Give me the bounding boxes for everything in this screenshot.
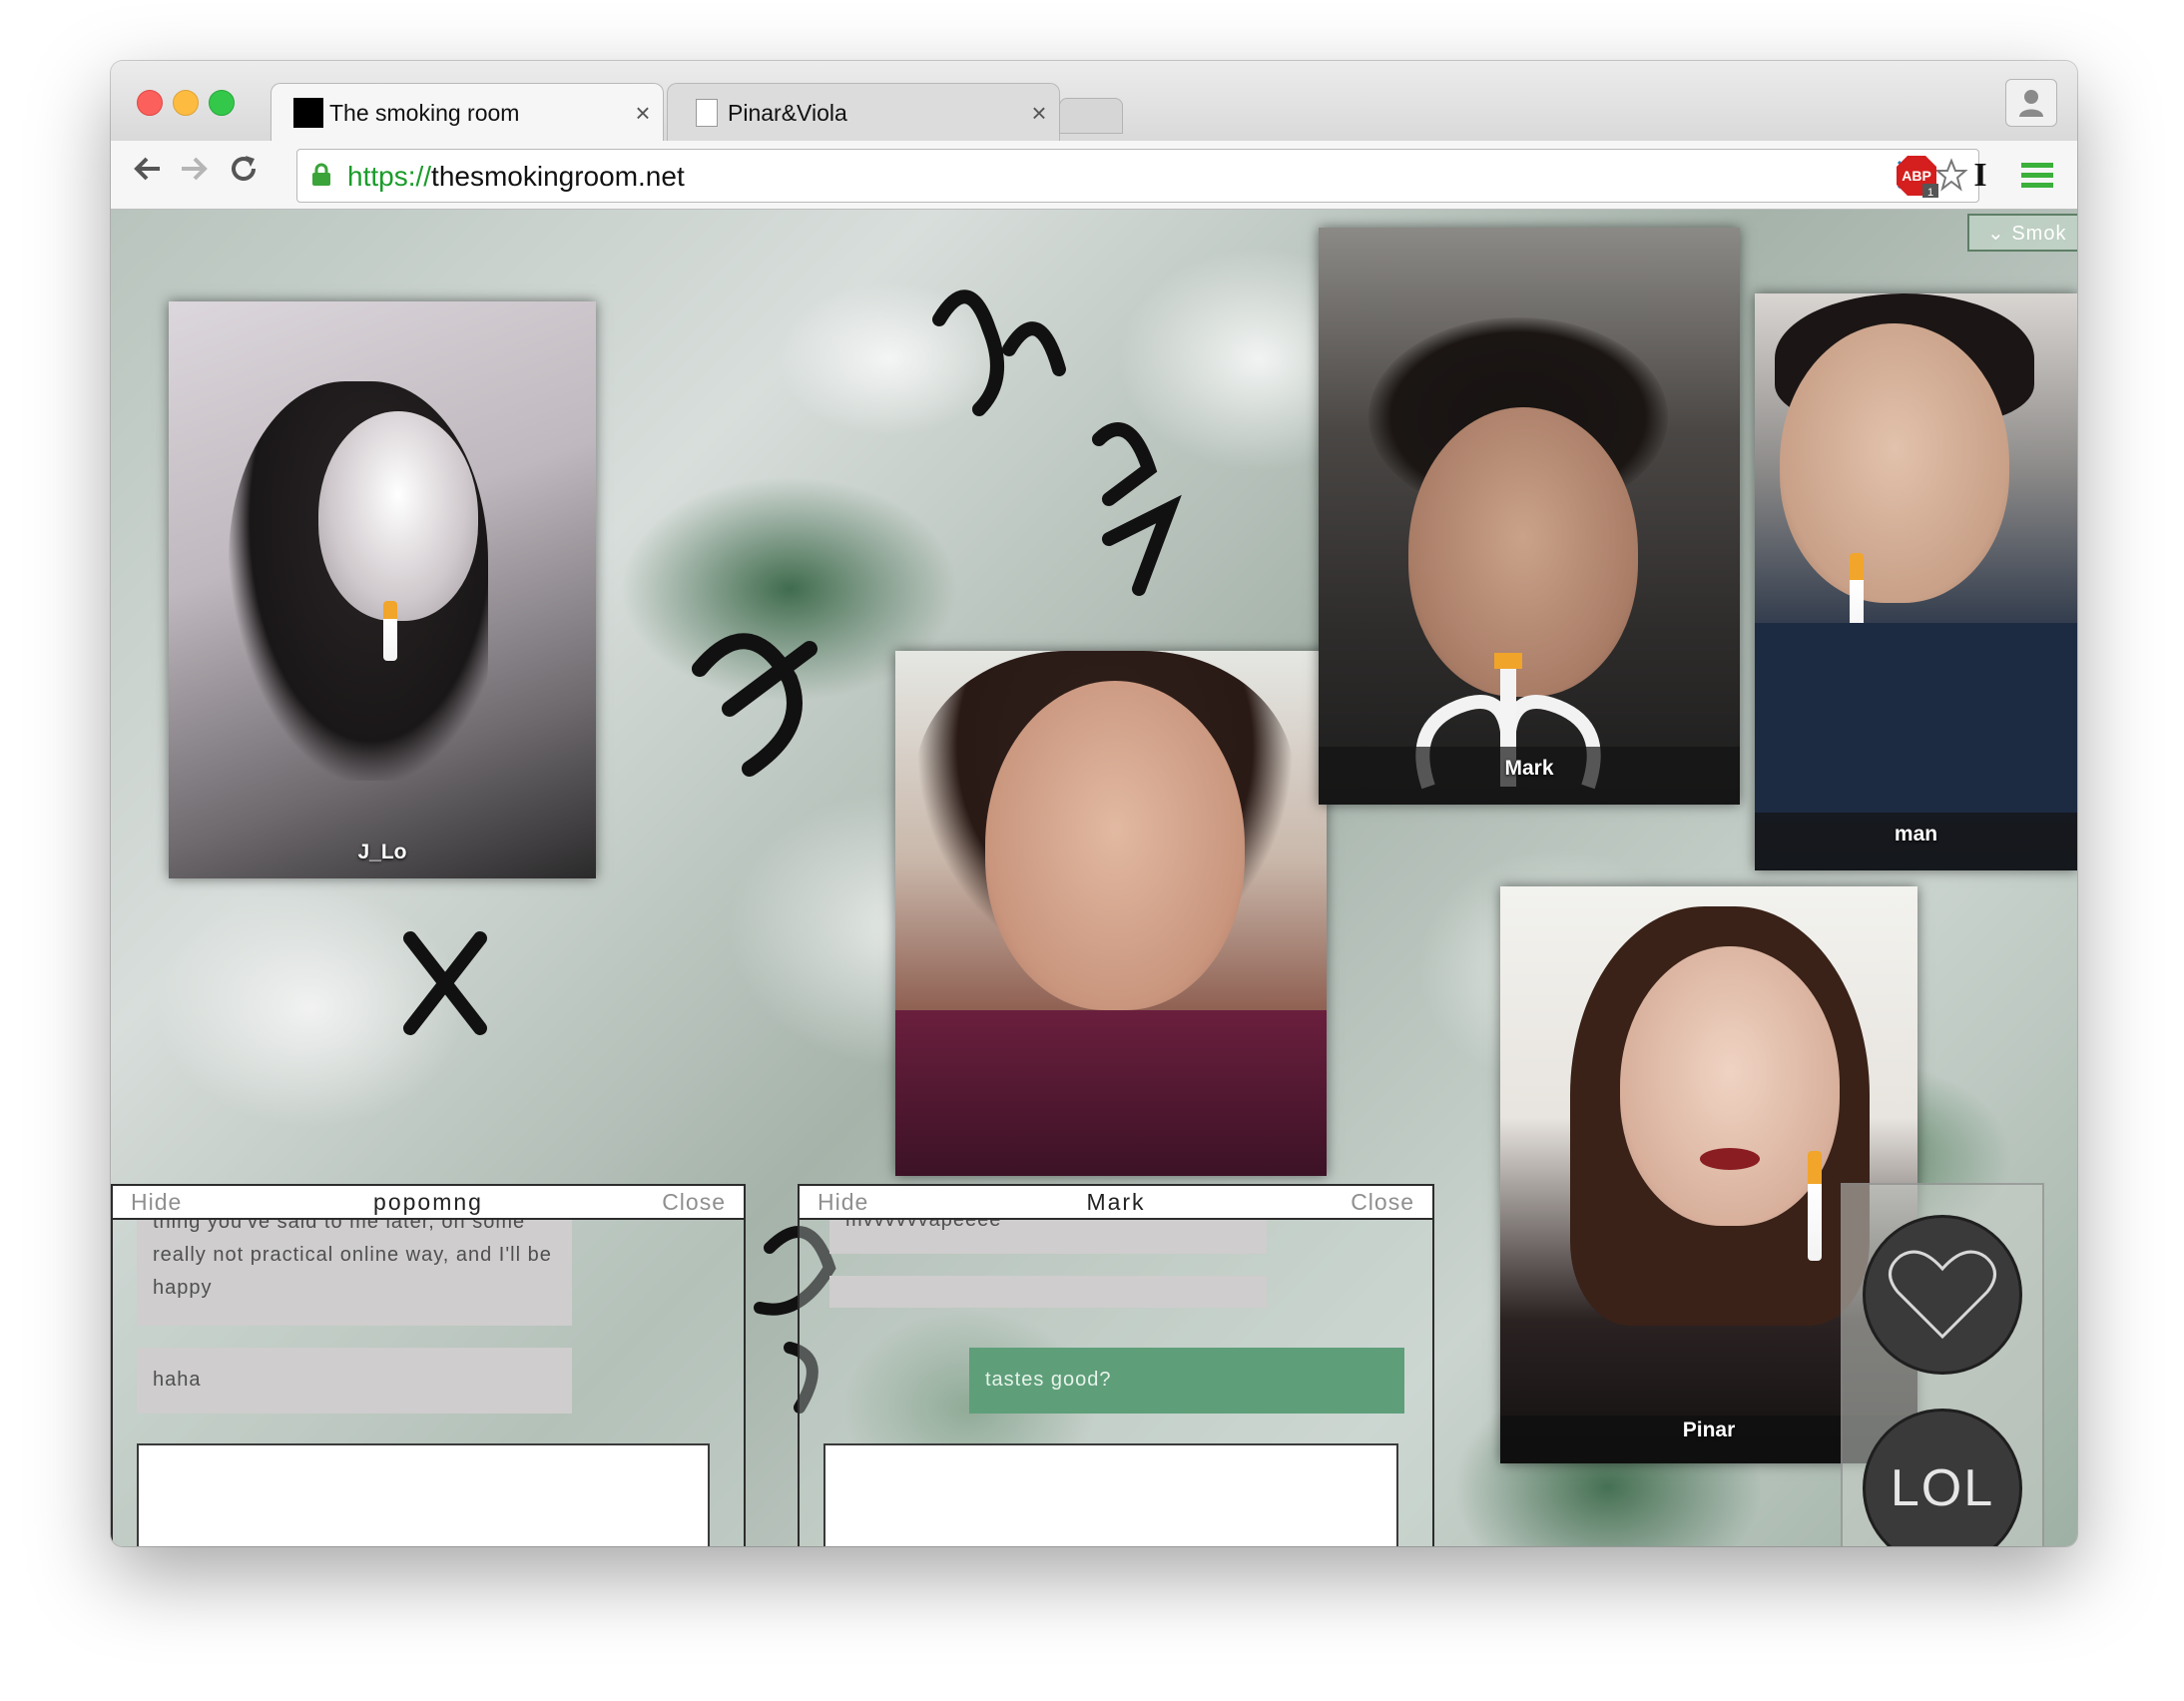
face-shape <box>985 681 1245 1010</box>
hamburger-icon <box>2021 163 2053 188</box>
forward-button[interactable] <box>171 151 217 197</box>
chat-panel-popomng: Hide popomng Close thing you've said to … <box>111 1184 746 1546</box>
chat-panel-mark: Hide Mark Close mvvvvvvapeeee tastes goo… <box>798 1184 1434 1546</box>
chat-input[interactable] <box>823 1443 1398 1546</box>
chat-input[interactable] <box>137 1443 710 1546</box>
chat-message: mvvvvvvapeeee <box>829 1220 1267 1254</box>
page-favicon-icon <box>696 99 718 127</box>
tab-title: The smoking room <box>329 99 520 126</box>
tab-pinar-viola[interactable]: Pinar&Viola × <box>667 83 1060 142</box>
instapaper-icon[interactable]: I <box>1958 154 2002 198</box>
site-favicon-icon <box>293 98 323 128</box>
tab-close-icon[interactable]: × <box>1019 98 1059 129</box>
participant-name: J_Lo <box>357 841 407 863</box>
chat-title: Mark <box>1086 1189 1146 1215</box>
face-shape <box>1780 323 2009 603</box>
close-window-button[interactable] <box>137 90 163 116</box>
url-scheme: https:// <box>347 161 432 192</box>
heart-button[interactable] <box>1863 1215 2022 1375</box>
message-text: thing you've said to me later, on some r… <box>153 1220 552 1299</box>
virtual-cigarette-icon <box>383 601 397 661</box>
adblock-badge: ABP 1 <box>1897 156 1938 198</box>
address-bar[interactable]: https://thesmokingroom.net <box>296 149 1979 203</box>
new-tab-button[interactable] <box>1059 98 1123 134</box>
chat-message-own: tastes good? <box>969 1348 1404 1414</box>
menu-icon[interactable] <box>2015 154 2059 198</box>
chat-title: popomng <box>373 1189 483 1215</box>
video-tile-jlo[interactable]: J_Lo <box>169 301 596 878</box>
participant-name: man <box>1894 823 1938 846</box>
face-shape <box>318 411 478 621</box>
browser-window: The smoking room × Pinar&Viola × https:/… <box>111 61 2077 1546</box>
tab-close-icon[interactable]: × <box>623 98 663 129</box>
lock-icon <box>312 163 330 186</box>
user-icon <box>2019 90 2043 117</box>
chat-close-button[interactable]: Close <box>1351 1189 1414 1216</box>
arrow-right-icon <box>182 157 208 181</box>
smoke-menu-toggle[interactable]: ⌄ Smok <box>1967 214 2077 252</box>
title-bar: The smoking room × Pinar&Viola × <box>111 61 2077 142</box>
face-shape <box>1620 946 1840 1226</box>
lol-button[interactable]: LOL <box>1863 1409 2022 1546</box>
reload-icon <box>232 156 256 181</box>
tab-the-smoking-room[interactable]: The smoking room × <box>271 83 664 142</box>
chat-message <box>829 1276 1267 1308</box>
chat-header: Hide popomng Close <box>113 1186 744 1220</box>
adblock-plus-icon[interactable]: ABP 1 <box>1895 154 1938 198</box>
video-tile-mark[interactable]: Mark <box>1319 228 1740 805</box>
video-tile-man[interactable]: man <box>1755 293 2077 870</box>
profile-button[interactable] <box>2005 79 2057 127</box>
browser-toolbar: https://thesmokingroom.net ABP 1 I <box>111 141 2077 210</box>
message-text: mvvvvvvapeeee <box>845 1220 1002 1231</box>
svg-text:1: 1 <box>1927 187 1933 198</box>
chat-message: haha <box>137 1348 572 1414</box>
smoking-room-page: ⌄ Smok J_Lo Mark man Pinar Hide popomng … <box>111 210 2077 1546</box>
participant-name: Mark <box>1504 757 1554 780</box>
video-tile-center[interactable] <box>895 651 1327 1176</box>
back-button[interactable] <box>125 151 171 197</box>
lol-label: LOL <box>1890 1459 1995 1517</box>
tab-title: Pinar&Viola <box>728 99 847 126</box>
virtual-cigarette-icon <box>1808 1151 1822 1261</box>
minimize-window-button[interactable] <box>173 90 199 116</box>
url-host: thesmokingroom.net <box>431 161 685 192</box>
sweater-shape <box>1755 623 2077 823</box>
chat-close-button[interactable]: Close <box>662 1189 726 1216</box>
lips-shape <box>1700 1148 1760 1170</box>
reload-button[interactable] <box>221 151 267 197</box>
reaction-panel: LOL <box>1841 1183 2044 1546</box>
zoom-window-button[interactable] <box>209 90 235 116</box>
scarf-shape <box>895 1010 1327 1176</box>
svg-text:ABP: ABP <box>1902 168 1931 184</box>
url-text: https://thesmokingroom.net <box>347 161 685 193</box>
chat-header: Hide Mark Close <box>800 1186 1432 1220</box>
heart-icon <box>1889 1250 1996 1340</box>
chat-message: thing you've said to me later, on some r… <box>137 1220 572 1326</box>
arrow-left-icon <box>134 157 160 181</box>
